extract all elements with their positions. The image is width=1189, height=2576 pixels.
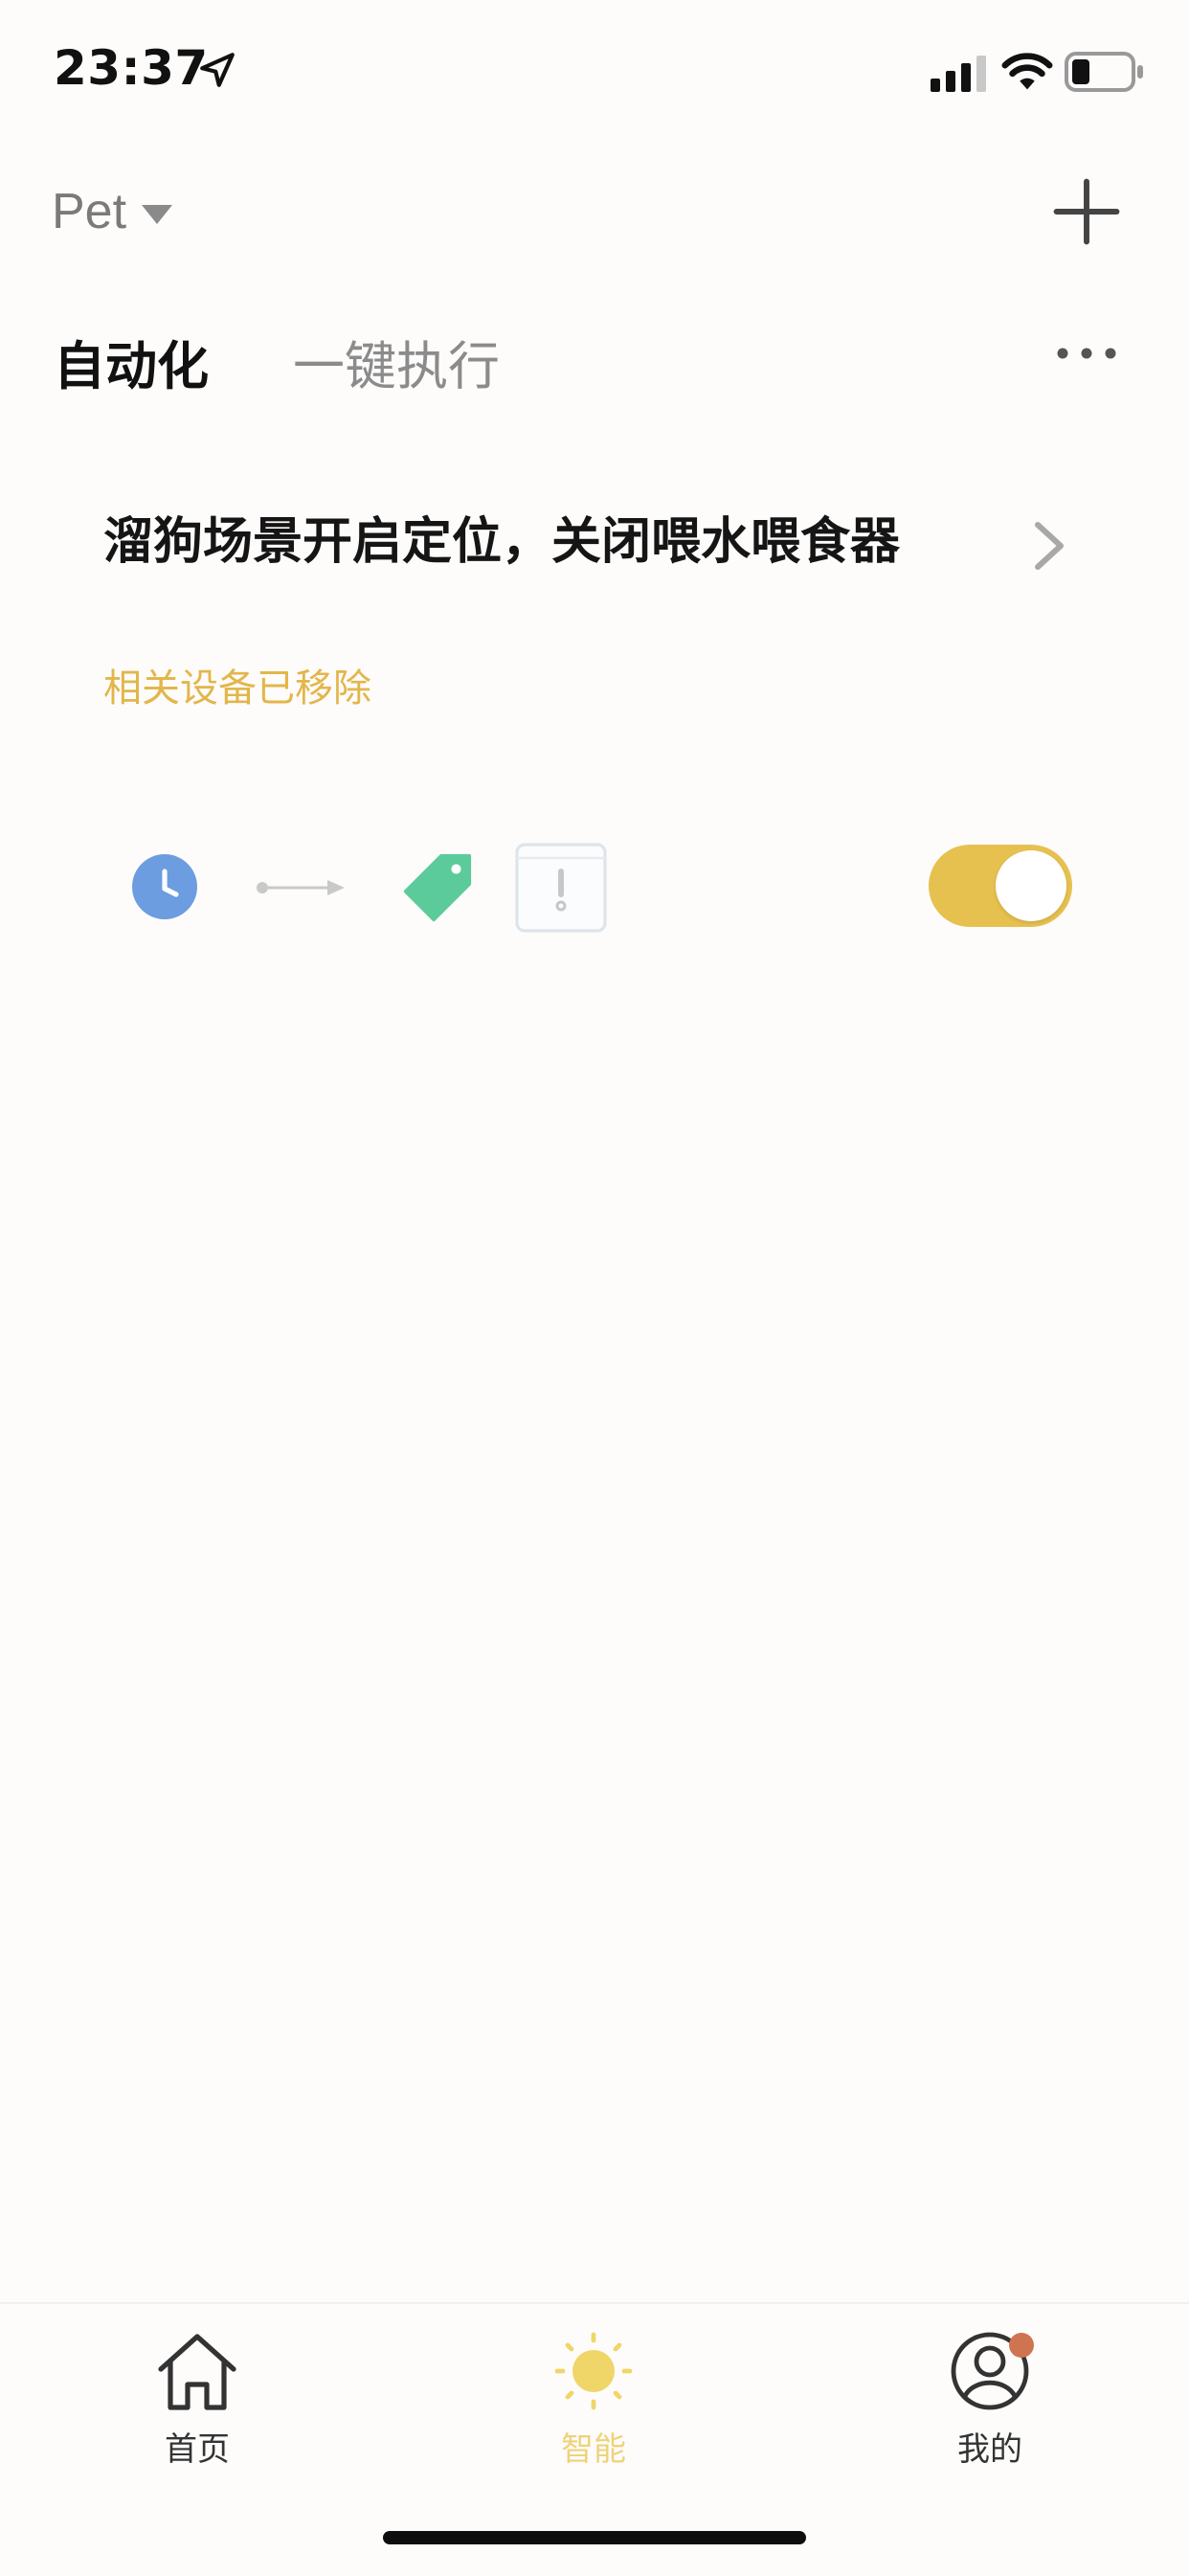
arrow-right-icon xyxy=(257,880,345,895)
home-indicator xyxy=(383,2531,806,2544)
tabbar-label-home: 首页 xyxy=(165,2430,230,2469)
tab-automation[interactable]: 自动化 xyxy=(54,324,209,399)
automation-enable-toggle[interactable] xyxy=(929,845,1072,927)
automation-title: 溜狗场景开启定位，关闭喂水喂食器 xyxy=(103,513,901,571)
sun-icon xyxy=(554,2332,633,2410)
tabbar-label-smart: 智能 xyxy=(561,2430,626,2469)
status-time: 23:37 xyxy=(54,40,209,96)
chevron-right-icon xyxy=(1035,522,1064,570)
toggle-knob xyxy=(996,850,1066,921)
tab-one-tap[interactable]: 一键执行 xyxy=(293,324,500,399)
home-selector[interactable]: Pet xyxy=(52,178,174,245)
cellular-signal-icon xyxy=(931,56,986,92)
wifi-icon xyxy=(1001,53,1053,90)
tabbar-item-home[interactable]: 首页 xyxy=(101,2331,293,2484)
device-removed-icon xyxy=(515,843,607,933)
plus-icon[interactable] xyxy=(1051,176,1122,247)
more-horizontal-icon[interactable] xyxy=(1053,339,1120,368)
caret-down-icon xyxy=(142,205,173,224)
home-name: Pet xyxy=(52,184,127,239)
home-icon xyxy=(158,2334,236,2410)
battery-icon xyxy=(1065,52,1143,92)
clock-icon xyxy=(132,854,197,919)
tabbar-label-me: 我的 xyxy=(957,2430,1022,2469)
automation-card[interactable]: 溜狗场景开启定位，关闭喂水喂食器 相关设备已移除 xyxy=(54,479,1135,977)
notification-badge xyxy=(1009,2333,1034,2358)
device-removed-status: 相关设备已移除 xyxy=(103,667,371,711)
location-arrow-icon xyxy=(200,53,235,87)
automation-flow xyxy=(130,841,800,937)
tabbar-item-me[interactable]: 我的 xyxy=(894,2331,1086,2484)
tag-icon xyxy=(403,853,472,922)
tabbar-item-smart[interactable]: 智能 xyxy=(498,2331,689,2484)
